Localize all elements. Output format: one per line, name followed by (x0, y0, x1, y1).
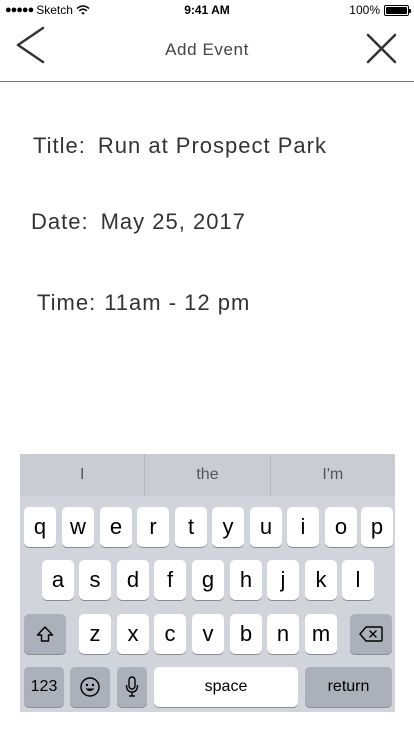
status-right: 100% (349, 3, 411, 17)
shift-icon (36, 626, 54, 642)
key-n[interactable]: n (267, 614, 299, 654)
title-field[interactable]: Title: Run at Prospect Park (33, 133, 327, 159)
return-key[interactable]: return (305, 667, 392, 707)
key-o[interactable]: o (325, 507, 357, 547)
key-r[interactable]: r (137, 507, 169, 547)
key-s[interactable]: s (79, 560, 111, 600)
suggestion-1[interactable]: I (20, 454, 144, 496)
key-i[interactable]: i (287, 507, 319, 547)
key-q[interactable]: q (24, 507, 56, 547)
key-z[interactable]: z (79, 614, 111, 654)
emoji-key[interactable] (70, 667, 110, 707)
key-f[interactable]: f (154, 560, 186, 600)
key-l[interactable]: l (342, 560, 374, 600)
predictive-bar: I the I'm (20, 454, 395, 496)
key-a[interactable]: a (42, 560, 74, 600)
backspace-icon (359, 626, 383, 642)
time-field[interactable]: Time: 11am - 12 pm (37, 290, 250, 316)
date-label: Date: (31, 209, 89, 234)
key-t[interactable]: t (175, 507, 207, 547)
date-value[interactable]: May 25, 2017 (101, 209, 246, 234)
time-label: Time: (37, 290, 97, 315)
numbers-key[interactable]: 123 (24, 667, 64, 707)
key-u[interactable]: u (250, 507, 282, 547)
key-d[interactable]: d (117, 560, 149, 600)
close-icon (366, 33, 397, 64)
suggestion-3[interactable]: I'm (269, 454, 395, 496)
close-button[interactable] (362, 26, 402, 70)
key-x[interactable]: x (117, 614, 149, 654)
suggestion-2[interactable]: the (144, 454, 269, 496)
status-bar: ●●●●● Sketch 9:41 AM 100% (0, 0, 414, 20)
space-key[interactable]: space (154, 667, 298, 707)
key-h[interactable]: h (230, 560, 262, 600)
battery-percent: 100% (349, 3, 380, 17)
key-w[interactable]: w (62, 507, 94, 547)
key-b[interactable]: b (230, 614, 262, 654)
nav-bar: Add Event (0, 20, 414, 82)
shift-key[interactable] (24, 614, 66, 654)
key-e[interactable]: e (100, 507, 132, 547)
dictation-key[interactable] (117, 667, 147, 707)
page-title: Add Event (165, 40, 249, 59)
key-m[interactable]: m (305, 614, 337, 654)
time-value[interactable]: 11am - 12 pm (104, 290, 250, 315)
date-field[interactable]: Date: May 25, 2017 (31, 209, 246, 235)
key-y[interactable]: y (212, 507, 244, 547)
key-p[interactable]: p (361, 507, 393, 547)
key-k[interactable]: k (305, 560, 337, 600)
title-value[interactable]: Run at Prospect Park (98, 133, 327, 158)
key-j[interactable]: j (267, 560, 299, 600)
keyboard: I the I'm q w e r t y u i o p a s d f g … (20, 454, 395, 712)
key-v[interactable]: v (192, 614, 224, 654)
title-label: Title: (33, 133, 86, 158)
microphone-icon (125, 676, 139, 697)
key-c[interactable]: c (154, 614, 186, 654)
emoji-icon (80, 677, 100, 697)
battery-icon (384, 4, 411, 16)
key-g[interactable]: g (192, 560, 224, 600)
delete-key[interactable] (350, 614, 392, 654)
